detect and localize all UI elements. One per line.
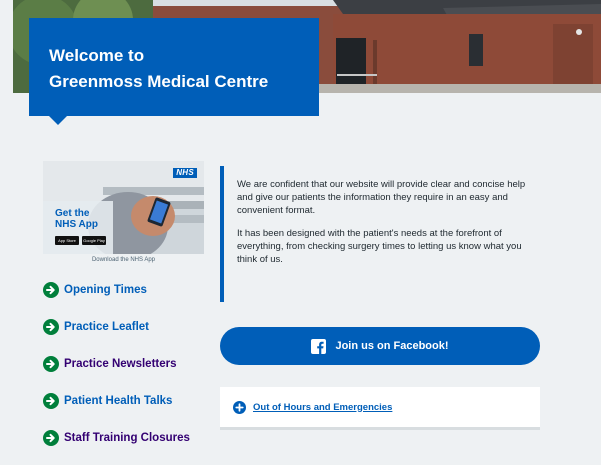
side-link-label: Opening Times — [64, 284, 147, 296]
side-link-patient-health-talks[interactable]: Patient Health Talks — [43, 391, 213, 411]
side-link-label: Staff Training Closures — [64, 432, 190, 444]
side-nav: Opening Times Practice Leaflet Practice … — [43, 280, 213, 465]
side-link-opening-times[interactable]: Opening Times — [43, 280, 213, 300]
arrow-right-circle-icon — [43, 282, 59, 298]
store-badges: App Store Google Play — [55, 236, 106, 245]
facebook-button[interactable]: Join us on Facebook! — [220, 327, 540, 365]
out-of-hours-link[interactable]: Out of Hours and Emergencies — [253, 402, 392, 413]
arrow-right-circle-icon — [43, 356, 59, 372]
intro-accent-bar — [220, 166, 224, 302]
arrow-right-circle-icon — [43, 430, 59, 446]
nhs-logo: NHS — [173, 168, 197, 178]
side-link-label: Patient Health Talks — [64, 395, 173, 407]
get-app-headline: Get the NHS App — [55, 208, 98, 230]
side-link-practice-leaflet[interactable]: Practice Leaflet — [43, 317, 213, 337]
page-title-line1: Welcome to — [49, 46, 145, 65]
arrow-right-circle-icon — [43, 319, 59, 335]
page-title-line2: Greenmoss Medical Centre — [49, 72, 269, 91]
welcome-banner: Welcome to Greenmoss Medical Centre — [29, 18, 319, 116]
arrow-right-circle-icon — [43, 393, 59, 409]
side-link-staff-training-closures[interactable]: Staff Training Closures — [43, 428, 213, 448]
side-link-label: Practice Leaflet — [64, 321, 150, 333]
google-play-badge[interactable]: Google Play — [82, 236, 106, 245]
side-link-label: Practice Newsletters — [64, 358, 177, 370]
app-store-badge[interactable]: App Store — [55, 236, 79, 245]
facebook-icon — [311, 338, 327, 354]
emergencies-panel: Out of Hours and Emergencies — [220, 387, 540, 430]
nhs-app-caption: Download the NHS App — [91, 257, 156, 263]
plus-circle-icon — [233, 400, 246, 414]
nhs-app-promo[interactable]: NHS Get the NHS App App Store Google Pla… — [43, 161, 204, 254]
intro-text: We are confident that our website will p… — [237, 178, 537, 276]
intro-paragraph-2: It has been designed with the patient's … — [237, 228, 522, 265]
intro-paragraph-1: We are confident that our website will p… — [237, 179, 526, 216]
side-link-practice-newsletters[interactable]: Practice Newsletters — [43, 354, 213, 374]
welcome-banner-pointer — [49, 116, 67, 125]
facebook-button-label: Join us on Facebook! — [335, 340, 449, 352]
